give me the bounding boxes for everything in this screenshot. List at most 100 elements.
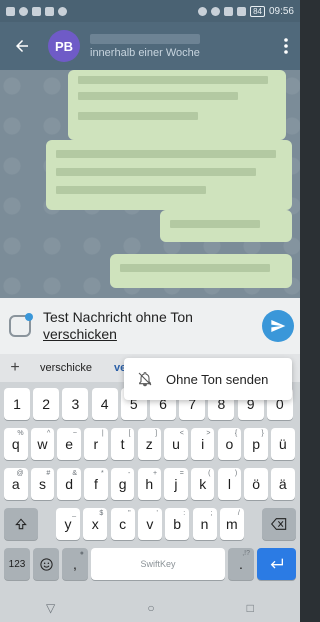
period-key[interactable]: . ,!? <box>228 548 254 580</box>
clock: 09:56 <box>268 5 294 17</box>
key-label: r <box>93 436 99 452</box>
message-list[interactable] <box>0 70 300 298</box>
key-label: a <box>11 476 20 492</box>
key-z[interactable]: z] <box>137 428 162 460</box>
key-u[interactable]: u < <box>164 428 188 460</box>
key-label: 2 <box>42 396 51 412</box>
key-ö[interactable]: ö <box>244 468 268 500</box>
shift-key[interactable] <box>4 508 38 540</box>
arrow-left-icon[interactable] <box>0 22 44 70</box>
key-f[interactable]: f * <box>84 468 108 500</box>
key-label: h <box>145 476 154 492</box>
sticker-icon[interactable] <box>9 313 33 337</box>
message-composer: Test Nachricht ohne Ton verschicken <box>0 298 300 354</box>
avatar[interactable]: PB <box>48 30 80 62</box>
key-g[interactable]: g- <box>110 468 135 500</box>
wifi-icon <box>19 6 28 16</box>
message-input[interactable]: Test Nachricht ohne Ton verschicken <box>43 309 193 343</box>
nav-recents-icon[interactable]: □ <box>247 601 254 615</box>
key-x[interactable]: x $ <box>83 508 108 540</box>
comma-key[interactable]: , ● <box>62 548 88 580</box>
key-v[interactable]: v ' <box>137 508 162 540</box>
message-text-line: verschicken <box>43 326 117 342</box>
bluetooth-icon <box>224 6 234 16</box>
emoji-icon <box>39 557 53 571</box>
key-d[interactable]: d & <box>57 468 81 500</box>
toolbar-expand-button[interactable]: + <box>0 359 30 377</box>
alarm-icon <box>211 6 221 16</box>
redaction-block <box>78 112 198 120</box>
key-secondary-label: / <box>237 510 240 517</box>
send-button[interactable] <box>262 310 294 342</box>
key-s[interactable]: s # <box>30 468 55 500</box>
key-secondary-label: [ <box>128 430 131 437</box>
enter-key[interactable] <box>257 548 296 580</box>
nav-back-icon[interactable]: ▽ <box>46 601 55 615</box>
key-secondary-label: { <box>234 430 238 437</box>
key-4[interactable]: 4 <box>91 388 118 420</box>
key-secondary-label: ' <box>156 510 158 517</box>
nav-home-icon[interactable]: ○ <box>147 601 154 615</box>
key-a[interactable]: a @ <box>4 468 28 500</box>
key-secondary-label: < <box>179 430 184 437</box>
key-b[interactable]: b: <box>165 508 190 540</box>
sticker-badge <box>25 313 33 321</box>
key-label: ä <box>278 476 287 492</box>
key-label: t <box>120 436 125 452</box>
key-q[interactable]: q% <box>4 428 28 460</box>
key-2[interactable]: 2 <box>33 388 60 420</box>
key-label: k <box>199 476 207 492</box>
notification-icon <box>32 6 41 16</box>
key-j[interactable]: j = <box>164 468 188 500</box>
redaction-block <box>78 92 238 100</box>
send-without-sound-menu[interactable]: Ohne Ton senden <box>124 358 292 400</box>
key-c[interactable]: c " <box>110 508 135 540</box>
key-secondary-label: + <box>153 470 158 477</box>
key-m[interactable]: m / <box>219 508 244 540</box>
chat-title-block[interactable]: innerhalb einer Woche <box>90 33 200 59</box>
key-y[interactable]: y _ <box>56 508 80 540</box>
space-key[interactable]: SwiftKey <box>91 548 225 580</box>
key-t[interactable]: t[ <box>110 428 135 460</box>
key-h[interactable]: h + <box>137 468 162 500</box>
key-3[interactable]: 3 <box>62 388 89 420</box>
key-w[interactable]: w ^ <box>30 428 55 460</box>
key-secondary-label: : <box>183 510 186 517</box>
key-ä[interactable]: ä <box>271 468 295 500</box>
key-o[interactable]: o{ <box>217 428 242 460</box>
key-label: o <box>225 436 234 452</box>
shift-icon <box>15 518 27 530</box>
more-vertical-icon[interactable] <box>272 22 300 70</box>
chat-header: PB innerhalb einer Woche <box>0 22 300 70</box>
key-secondary-label: _ <box>72 510 76 517</box>
key-label: f <box>93 476 98 492</box>
key-label: g <box>118 476 127 492</box>
backspace-key[interactable] <box>262 508 296 540</box>
emoji-key[interactable] <box>33 548 59 580</box>
key-e[interactable]: e ~ <box>57 428 81 460</box>
send-without-sound-label: Ohne Ton senden <box>166 371 269 387</box>
key-label: y <box>64 516 72 532</box>
key-label: 4 <box>100 396 109 412</box>
key-label: 3 <box>71 396 80 412</box>
key-label: l <box>227 476 231 492</box>
key-secondary-label: % <box>17 430 24 437</box>
key-ü[interactable]: ü <box>271 428 295 460</box>
key-p[interactable]: p} <box>244 428 268 460</box>
notification-dot-icon <box>58 6 67 16</box>
key-l[interactable]: l) <box>217 468 242 500</box>
key-r[interactable]: r | <box>84 428 108 460</box>
eye-icon <box>198 6 208 16</box>
key-label: x <box>91 516 99 532</box>
key-label: p <box>252 436 260 452</box>
key-label: n <box>200 516 209 532</box>
key-k[interactable]: k( <box>190 468 215 500</box>
key-label: v <box>146 516 154 532</box>
key-n[interactable]: n; <box>192 508 217 540</box>
numbers-key[interactable]: 123 <box>4 548 30 580</box>
key-secondary-label: } <box>261 430 264 437</box>
key-1[interactable]: 1 <box>4 388 30 420</box>
suggestion-word[interactable]: verschicke <box>40 362 92 374</box>
message-text-line: Test Nachricht ohne Ton <box>43 309 193 325</box>
key-i[interactable]: i > <box>190 428 215 460</box>
